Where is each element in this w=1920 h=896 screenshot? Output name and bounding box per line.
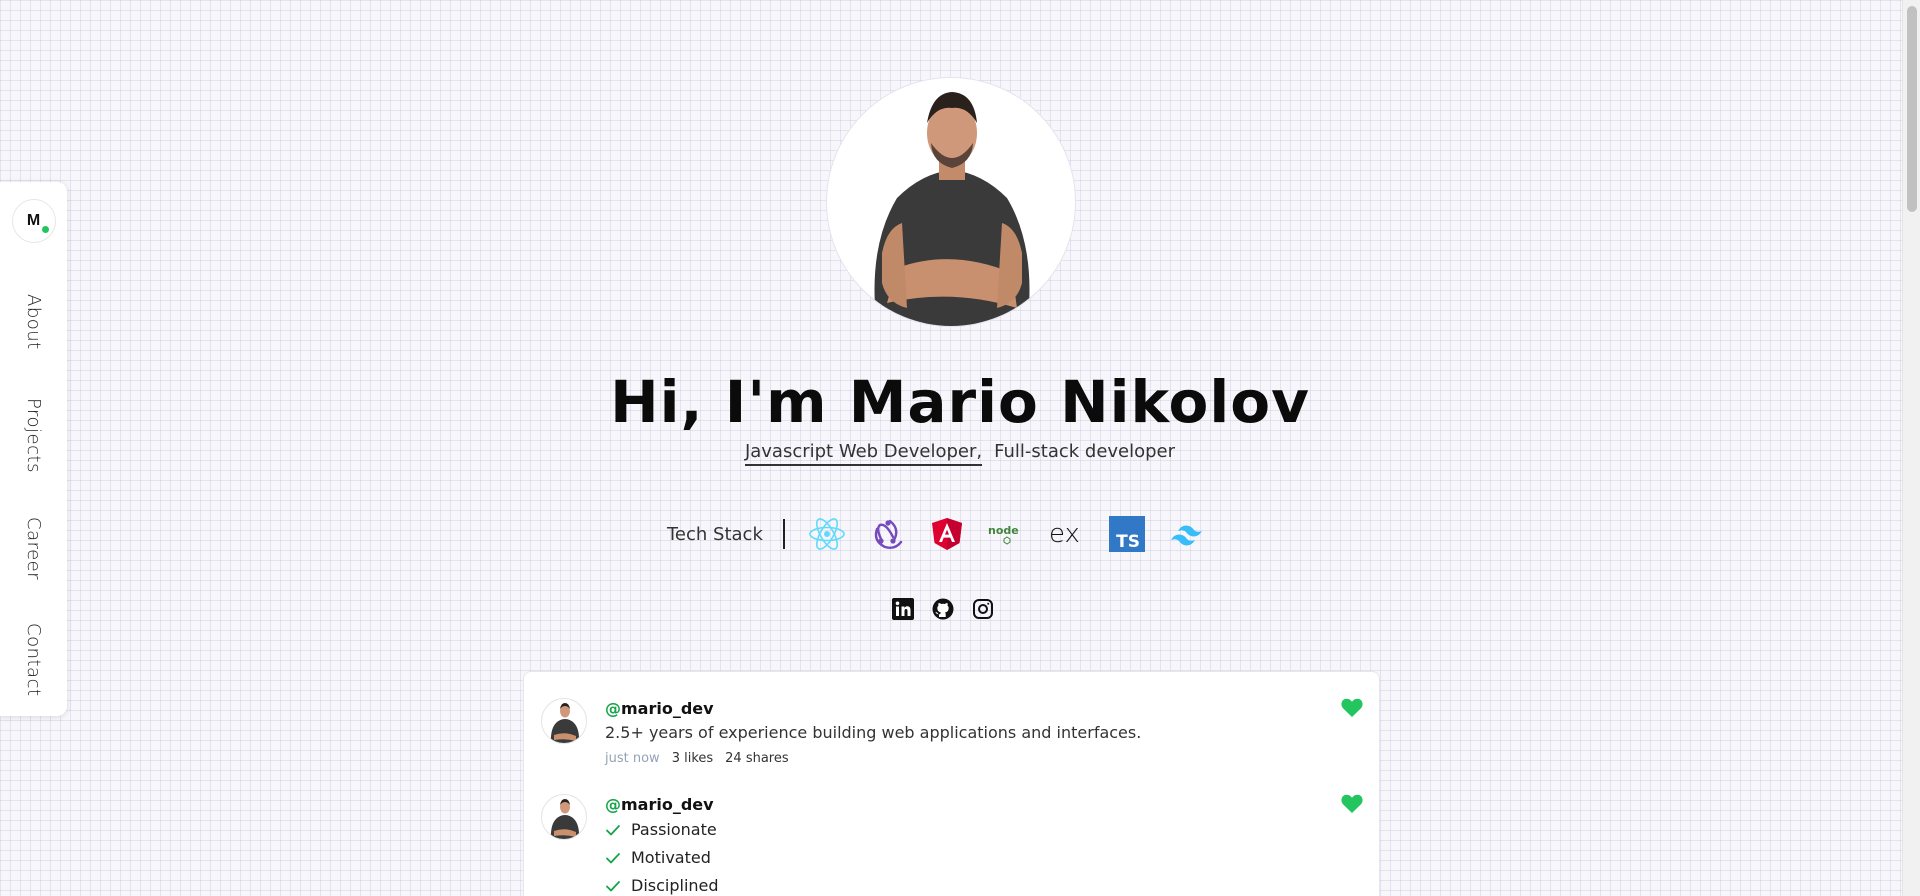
role-item-active[interactable]: Javascript Web Developer, [744, 441, 983, 466]
page-title: Hi, I'm Mario Nikolov [610, 368, 1310, 436]
check-icon [606, 824, 620, 835]
handle-at: @ [605, 699, 621, 718]
avatar [541, 698, 587, 744]
linkedin-icon[interactable] [892, 598, 914, 620]
role-list: Javascript Web Developer, Full-stack dev… [0, 441, 1920, 466]
typescript-icon: TS [1107, 514, 1147, 554]
post-handle[interactable]: @mario_dev [605, 699, 714, 718]
post-time: just now [605, 751, 660, 766]
instagram-icon[interactable] [972, 598, 994, 620]
checklist-label: Passionate [631, 820, 717, 839]
nav-item-label: Career [23, 517, 44, 581]
check-icon [606, 880, 620, 891]
checklist-item: Passionate [605, 820, 717, 839]
typescript-text: TS [1116, 532, 1140, 552]
profile-photo [826, 77, 1076, 327]
nav-item-contact[interactable]: Contact [0, 623, 67, 697]
nav-item-about[interactable]: About [0, 294, 67, 350]
tailwind-icon [1167, 514, 1207, 554]
logo-dot [41, 226, 49, 233]
scrollbar[interactable] [1902, 0, 1920, 896]
checklist-item: Disciplined [605, 876, 719, 895]
github-icon[interactable] [932, 598, 954, 620]
handle-at: @ [605, 795, 621, 814]
tech-stack-label: Tech Stack [667, 523, 763, 545]
express-icon: ex [1047, 514, 1087, 554]
scrollbar-thumb[interactable] [1907, 6, 1917, 212]
checklist-label: Disciplined [631, 876, 719, 895]
react-icon [807, 514, 847, 554]
post-meta: just now 3 likes 24 shares [605, 751, 789, 766]
feed-card: @mario_dev 2.5+ years of experience buil… [523, 671, 1380, 896]
angular-icon [927, 514, 967, 554]
handle-name: mario_dev [621, 699, 714, 718]
nav-item-label: About [23, 294, 44, 350]
node-text: node [988, 524, 1019, 537]
logo-letter: M [26, 212, 41, 229]
check-icon [606, 852, 620, 863]
checklist-item: Motivated [605, 848, 711, 867]
role-item[interactable]: Full-stack developer [994, 441, 1175, 466]
express-text: ex [1049, 519, 1080, 549]
tech-stack: Tech Stack node ex TS [667, 512, 1227, 556]
social-links [892, 598, 994, 620]
heart-icon[interactable] [1341, 794, 1363, 814]
logo[interactable]: M [11, 199, 56, 243]
handle-name: mario_dev [621, 795, 714, 814]
nav-item-career[interactable]: Career [0, 517, 67, 580]
post-shares: 24 shares [725, 751, 789, 766]
avatar [541, 794, 587, 840]
redux-icon [867, 514, 907, 554]
heart-icon[interactable] [1341, 698, 1363, 718]
post-text: 2.5+ years of experience building web ap… [605, 723, 1142, 742]
node-icon: node [987, 514, 1027, 554]
nav-item-label: Contact [23, 623, 44, 697]
checklist-label: Motivated [631, 848, 711, 867]
post-handle[interactable]: @mario_dev [605, 795, 714, 814]
divider [782, 519, 785, 549]
post-likes: 3 likes [671, 751, 714, 766]
